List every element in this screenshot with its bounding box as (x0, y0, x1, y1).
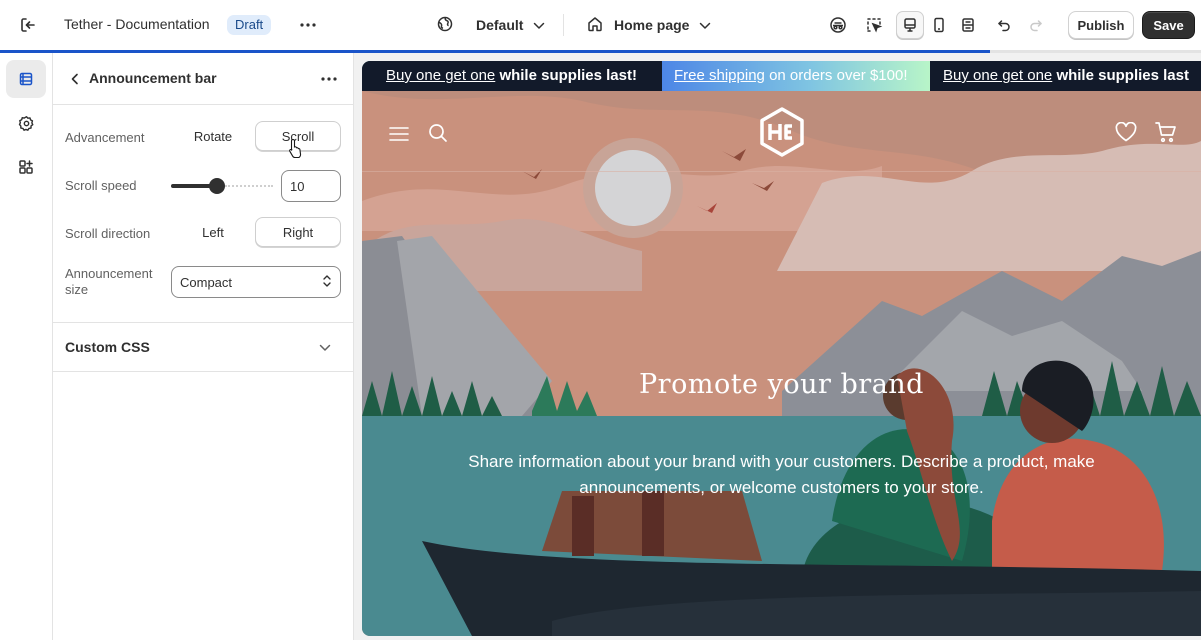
announcement-item: Free shipping on orders over $100! (662, 61, 930, 91)
logo-icon[interactable] (756, 106, 808, 158)
redo-icon[interactable] (1022, 11, 1050, 39)
panel-title: Announcement bar (89, 70, 217, 86)
announcement-link[interactable]: Buy one get one (943, 67, 1052, 84)
scroll-direction-label: Scroll direction (65, 226, 151, 241)
announcement-size-label: Announcement size (65, 266, 153, 297)
panel-header: Announcement bar (53, 53, 353, 105)
announcement-item: Buy one get one while supplies last! (386, 67, 637, 84)
undo-icon[interactable] (990, 11, 1018, 39)
scroll-speed-slider[interactable] (171, 177, 273, 195)
accessibility-icon[interactable] (824, 11, 852, 39)
panel-divider (53, 322, 353, 323)
advancement-toggle: Rotate Scroll (171, 121, 341, 153)
more-icon[interactable] (317, 67, 341, 91)
store-title: Tether - Documentation (64, 16, 210, 32)
editor-topbar: Tether - Documentation Draft Default Hom… (0, 0, 1201, 50)
editor-rail (0, 53, 53, 640)
sections-icon[interactable] (6, 60, 46, 98)
settings-panel: Announcement bar Advancement Rotate Scro… (53, 53, 354, 640)
store-preview: Promote your brand Share information abo… (362, 61, 1201, 636)
scroll-direction-option-right[interactable]: Right (255, 217, 341, 247)
mobile-icon[interactable] (925, 11, 953, 39)
slider-track (225, 185, 273, 187)
scroll-direction-toggle: Left Right (171, 217, 341, 249)
chevron-down-icon[interactable] (315, 338, 335, 358)
hero-body: Share information about your brand with … (468, 452, 1095, 497)
announcement-item: Buy one get one while supplies last (943, 67, 1189, 84)
theme-label: Default (476, 17, 524, 33)
custom-css-toggle[interactable]: Custom CSS (65, 339, 150, 355)
exit-icon[interactable] (16, 13, 40, 37)
page-selector[interactable]: Home page (586, 13, 711, 37)
loading-progress-track (990, 50, 1201, 53)
home-icon (586, 15, 604, 36)
more-icon[interactable] (296, 13, 320, 37)
globe-icon (436, 15, 454, 36)
announcement-link[interactable]: Free shipping (674, 67, 765, 84)
inspector-icon[interactable] (860, 11, 888, 39)
hero-title: Promote your brand (639, 369, 924, 400)
hero-image: Promote your brand Share information abo… (362, 91, 1201, 636)
scroll-direction-option-left[interactable]: Left (171, 217, 255, 247)
panel-divider (53, 371, 353, 372)
announcement-link[interactable]: Buy one get one (386, 67, 495, 84)
scroll-speed-input[interactable] (281, 170, 341, 202)
search-icon[interactable] (427, 122, 449, 144)
announcement-size-select[interactable]: Compact (171, 266, 341, 298)
pointer-cursor-icon (289, 138, 302, 158)
fullscreen-icon[interactable] (954, 11, 982, 39)
chevron-down-icon (533, 17, 545, 33)
gear-icon[interactable] (6, 104, 46, 142)
menu-icon[interactable] (388, 123, 410, 145)
status-badge: Draft (227, 15, 272, 35)
apps-icon[interactable] (6, 148, 46, 186)
heart-icon[interactable] (1114, 121, 1138, 143)
advancement-label: Advancement (65, 130, 145, 145)
advancement-option-rotate[interactable]: Rotate (171, 121, 255, 151)
theme-selector[interactable]: Default (436, 13, 545, 37)
page-label: Home page (614, 17, 690, 33)
save-button[interactable]: Save (1142, 11, 1195, 39)
scroll-speed-label: Scroll speed (65, 178, 137, 193)
hero-illustration (362, 91, 1201, 636)
select-chevrons-icon (322, 274, 332, 291)
chevron-down-icon (699, 17, 711, 33)
announcement-bar: Buy one get one while supplies last! Fre… (362, 61, 1201, 91)
desktop-icon[interactable] (896, 11, 924, 39)
back-icon[interactable] (63, 67, 87, 91)
publish-button[interactable]: Publish (1068, 11, 1134, 39)
slider-thumb[interactable] (209, 178, 225, 194)
cart-icon[interactable] (1154, 120, 1178, 144)
select-value: Compact (180, 274, 233, 290)
topbar-divider (563, 14, 564, 36)
